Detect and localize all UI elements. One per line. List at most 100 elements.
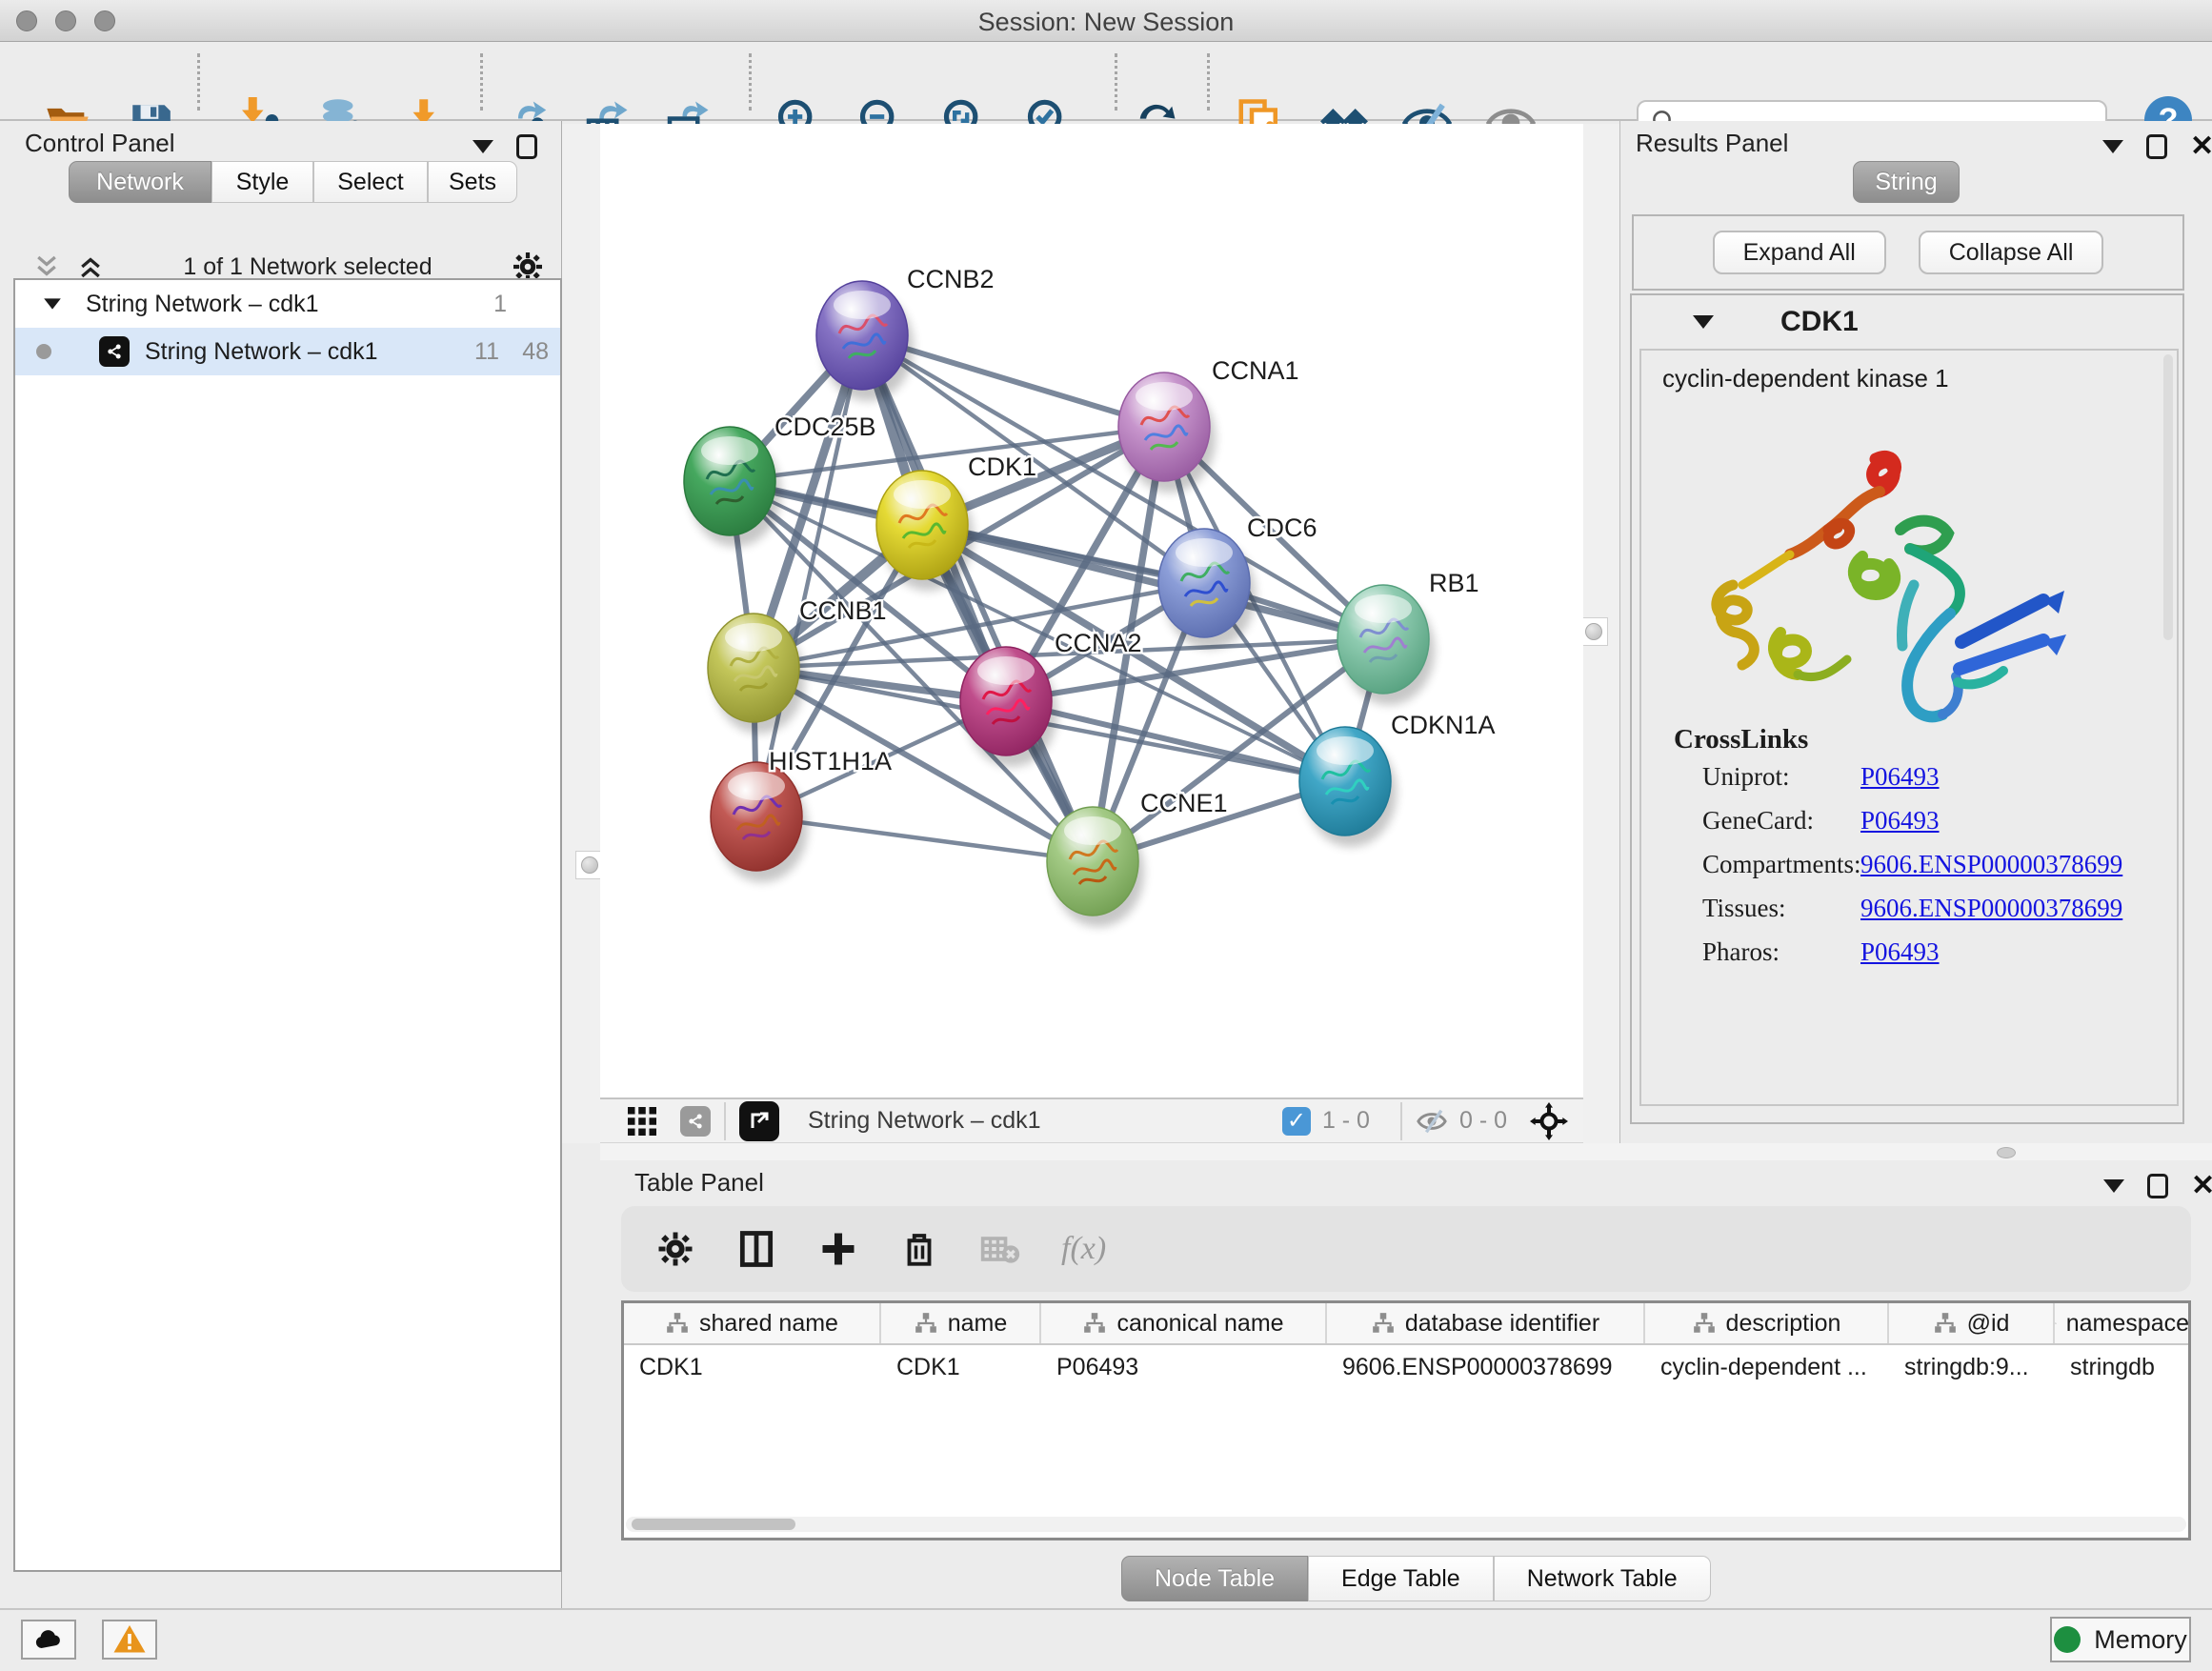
expand-all-tree-icon[interactable] <box>76 252 105 281</box>
toolbar-separator <box>1207 53 1210 111</box>
table-tabs: Node Table Edge Table Network Table <box>1121 1556 1711 1601</box>
table-cell[interactable]: cyclin-dependent ... <box>1645 1345 1889 1389</box>
delete-table-icon <box>979 1228 1021 1270</box>
table-cell[interactable]: CDK1 <box>881 1345 1041 1389</box>
column-header-shared-name[interactable]: shared name <box>624 1303 881 1343</box>
expand-collapse-bar: Expand All Collapse All <box>1632 214 2184 291</box>
tab-sets[interactable]: Sets <box>428 161 517 203</box>
expand-all-button[interactable]: Expand All <box>1713 231 1886 274</box>
crosslink-row: Compartments:9606.ENSP00000378699 <box>1702 850 2122 879</box>
tab-network[interactable]: Network <box>69 161 211 203</box>
node-label-CDKN1A: CDKN1A <box>1391 711 1496 739</box>
table-cell[interactable]: CDK1 <box>624 1345 881 1389</box>
edge-CCNB2-CCNE1[interactable] <box>862 335 1093 861</box>
left-panel-divider[interactable] <box>562 124 600 1143</box>
panel-collapse-icon[interactable] <box>2103 1179 2124 1193</box>
node-CCNE1[interactable]: CCNE1 <box>1047 789 1228 927</box>
string-network-icon <box>99 336 130 367</box>
panel-float-icon[interactable] <box>2147 1174 2168 1198</box>
grid-view-icon[interactable] <box>625 1104 659 1138</box>
network-collection-row[interactable]: String Network – cdk1 1 <box>15 280 560 328</box>
memory-button[interactable]: Memory <box>2050 1617 2191 1662</box>
table-cell[interactable]: stringdb:9... <box>1889 1345 2055 1389</box>
table-settings-gear-icon[interactable] <box>655 1229 695 1269</box>
node-label-CDC6: CDC6 <box>1247 513 1317 542</box>
table-cell[interactable]: P06493 <box>1041 1345 1327 1389</box>
column-header-canonical-name[interactable]: canonical name <box>1041 1303 1327 1343</box>
collapse-all-button[interactable]: Collapse All <box>1919 231 2104 274</box>
panel-collapse-icon[interactable] <box>473 140 493 153</box>
node-HIST1H1A[interactable]: HIST1H1A <box>711 747 892 882</box>
crosslink-row: GeneCard:P06493 <box>1702 806 1940 836</box>
warning-icon <box>112 1622 147 1657</box>
node-CDK1[interactable]: CDK1 <box>876 453 1036 591</box>
column-header-namespace[interactable]: namespace <box>2055 1303 2191 1343</box>
panel-float-icon[interactable] <box>516 134 537 159</box>
network-row-selected[interactable]: String Network – cdk1 11 48 <box>15 328 560 375</box>
table-cell[interactable]: stringdb <box>2055 1345 2191 1389</box>
result-node-name: CDK1 <box>1780 306 1859 338</box>
current-network-name: String Network – cdk1 <box>808 1107 1041 1135</box>
scrollbar-thumb[interactable] <box>632 1519 795 1530</box>
node-table[interactable]: shared namenamecanonical namedatabase id… <box>621 1300 2191 1540</box>
table-row[interactable]: CDK1CDK1P064939606.ENSP00000378699cyclin… <box>624 1345 2188 1389</box>
network-share-icon[interactable] <box>680 1106 711 1137</box>
delete-column-trash-icon[interactable] <box>899 1229 939 1269</box>
node-result-header[interactable]: CDK1 <box>1632 295 2182 349</box>
horizontal-divider[interactable] <box>600 1143 2212 1160</box>
column-header-description[interactable]: description <box>1645 1303 1889 1343</box>
table-cell[interactable]: 9606.ENSP00000378699 <box>1327 1345 1645 1389</box>
column-header--id[interactable]: @id <box>1889 1303 2055 1343</box>
node-CDKN1A[interactable]: CDKN1A <box>1299 711 1496 847</box>
panel-collapse-icon[interactable] <box>2102 140 2123 153</box>
node-CCNB2[interactable]: CCNB2 <box>816 265 995 401</box>
divider-handle[interactable] <box>1579 617 1608 646</box>
panel-float-icon[interactable] <box>2146 134 2167 159</box>
add-column-plus-icon[interactable] <box>817 1228 859 1270</box>
node-RB1[interactable]: RB1 <box>1337 569 1479 705</box>
cloud-status-button[interactable] <box>21 1620 76 1660</box>
current-network-dot-icon <box>36 344 51 359</box>
horizontal-scrollbar[interactable] <box>626 1517 2186 1532</box>
tab-network-table[interactable]: Network Table <box>1494 1556 1711 1601</box>
fit-content-crosshair-icon[interactable] <box>1530 1102 1568 1140</box>
node-label-CCNA1: CCNA1 <box>1212 356 1299 385</box>
crosslink-link[interactable]: 9606.ENSP00000378699 <box>1860 850 2122 878</box>
node-label-HIST1H1A: HIST1H1A <box>769 747 892 775</box>
tab-select[interactable]: Select <box>313 161 428 203</box>
tab-edge-table[interactable]: Edge Table <box>1308 1556 1494 1601</box>
panel-close-icon[interactable]: ✕ <box>2191 1174 2212 1198</box>
collapse-all-tree-icon[interactable] <box>32 252 61 281</box>
results-scrollbar[interactable] <box>2163 354 2173 640</box>
function-builder-button: f(x) <box>1061 1231 1106 1267</box>
table-body: CDK1CDK1P064939606.ENSP00000378699cyclin… <box>624 1345 2188 1389</box>
node-label-CCNE1: CCNE1 <box>1140 789 1228 817</box>
tree-expander-icon[interactable] <box>44 298 61 309</box>
memory-status-dot-icon <box>2054 1626 2081 1653</box>
crosslink-link[interactable]: P06493 <box>1860 762 1940 791</box>
right-panel-divider[interactable] <box>1583 124 1619 1143</box>
section-expander-icon[interactable] <box>1693 315 1714 329</box>
tab-string[interactable]: String <box>1853 161 1960 203</box>
tab-node-table[interactable]: Node Table <box>1121 1556 1308 1601</box>
show-columns-icon[interactable] <box>735 1228 777 1270</box>
node-CDC25B[interactable]: CDC25B <box>684 413 876 547</box>
selected-checkbox-icon[interactable]: ✓ <box>1282 1107 1311 1136</box>
node-CDC6[interactable]: CDC6 <box>1158 513 1317 649</box>
network-canvas[interactable]: CCNB2CCNA1CDC25BCDK1CDC6RB1CCNB1CCNA2CDK… <box>600 124 1583 1097</box>
tab-style[interactable]: Style <box>211 161 313 203</box>
node-count: 11 <box>474 338 499 366</box>
crosslink-link[interactable]: P06493 <box>1860 937 1940 966</box>
toolbar-separator <box>1115 53 1117 111</box>
divider-handle[interactable] <box>1997 1147 2016 1158</box>
cloud-icon <box>31 1622 66 1657</box>
crosslink-link[interactable]: 9606.ENSP00000378699 <box>1860 894 2122 922</box>
open-in-window-button[interactable] <box>739 1101 779 1141</box>
crosslink-link[interactable]: P06493 <box>1860 806 1940 835</box>
network-graph[interactable]: CCNB2CCNA1CDC25BCDK1CDC6RB1CCNB1CCNA2CDK… <box>600 124 1583 1097</box>
column-header-database-identifier[interactable]: database identifier <box>1327 1303 1645 1343</box>
warning-status-button[interactable] <box>102 1620 157 1660</box>
selected-count: 1 - 0 <box>1322 1107 1370 1135</box>
column-header-name[interactable]: name <box>881 1303 1041 1343</box>
panel-close-icon[interactable]: ✕ <box>2190 134 2212 159</box>
